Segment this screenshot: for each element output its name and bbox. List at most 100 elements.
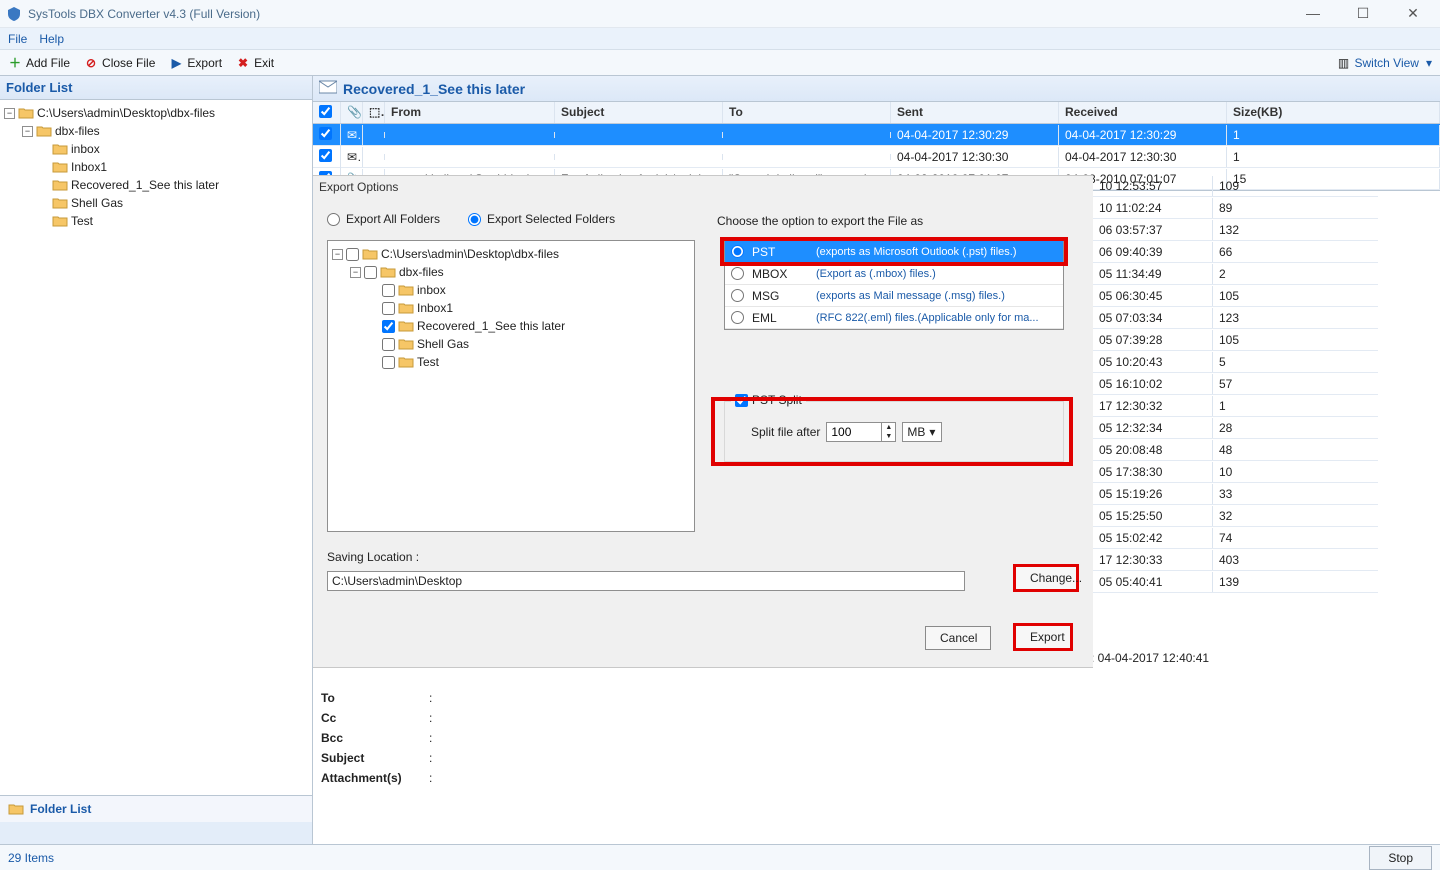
saving-location-input[interactable]: C:\Users\admin\Desktop: [327, 571, 965, 591]
mail-row[interactable]: 06 03:57:37132: [1093, 219, 1378, 241]
mail-row[interactable]: 05 05:40:41139: [1093, 571, 1378, 593]
spin-up-icon[interactable]: ▲: [881, 423, 895, 432]
col-from[interactable]: From: [385, 102, 555, 123]
dialog-folder-tree[interactable]: −C:\Users\admin\Desktop\dbx-files −dbx-f…: [327, 240, 695, 532]
export-all-radio[interactable]: Export All Folders: [327, 212, 440, 226]
folder-list-tab[interactable]: Folder List: [0, 796, 312, 822]
mail-row[interactable]: ✉ 04-04-2017 12:30:29 04-04-2017 12:30:2…: [313, 124, 1440, 146]
mail-row[interactable]: 17 12:30:33403: [1093, 549, 1378, 571]
format-option-msg[interactable]: MSG(exports as Mail message (.msg) files…: [725, 285, 1063, 307]
mail-title: Recovered_1_See this later: [343, 81, 525, 97]
format-option-pst[interactable]: PST(exports as Microsoft Outlook (.pst) …: [725, 241, 1063, 263]
tree-collapse-icon[interactable]: −: [22, 126, 33, 137]
tree-item-label[interactable]: Shell Gas: [71, 196, 123, 210]
col-to[interactable]: To: [723, 102, 891, 123]
tree-collapse-icon[interactable]: −: [4, 108, 15, 119]
menu-help[interactable]: Help: [39, 32, 64, 46]
tree-item-label[interactable]: inbox: [71, 142, 100, 156]
col-size[interactable]: Size(KB): [1227, 102, 1440, 123]
format-option-mbox[interactable]: MBOX(Export as (.mbox) files.): [725, 263, 1063, 285]
mail-row[interactable]: 05 15:25:5032: [1093, 505, 1378, 527]
menu-file[interactable]: File: [8, 32, 27, 46]
split-value-spinner[interactable]: ▲▼: [826, 422, 896, 442]
folder-icon: [52, 178, 68, 192]
addfile-button[interactable]: ＋Add File: [4, 54, 74, 72]
folder-icon: [52, 160, 68, 174]
format-radio[interactable]: [731, 289, 744, 302]
tree-collapse-icon[interactable]: −: [350, 267, 361, 278]
col-subject[interactable]: Subject: [555, 102, 723, 123]
tree-checkbox[interactable]: [382, 302, 395, 315]
mail-row[interactable]: 06 09:40:3966: [1093, 241, 1378, 263]
change-button[interactable]: Change...: [1013, 564, 1079, 592]
tree-item-label[interactable]: Inbox1: [71, 160, 107, 174]
close-button[interactable]: ✕: [1398, 5, 1428, 22]
mail-row[interactable]: 17 12:30:321: [1093, 395, 1378, 417]
tree-checkbox[interactable]: [382, 356, 395, 369]
split-value-input[interactable]: [827, 423, 881, 441]
tree-item-label[interactable]: Recovered_1_See this later: [71, 178, 219, 192]
format-radio[interactable]: [731, 311, 744, 324]
attachment-col-icon[interactable]: 📎: [341, 102, 363, 123]
tree-collapse-icon[interactable]: −: [332, 249, 343, 260]
format-radio[interactable]: [731, 245, 744, 258]
menubar: File Help: [0, 28, 1440, 50]
flag-col-icon[interactable]: ⬚: [363, 102, 385, 123]
tree-checkbox[interactable]: [382, 284, 395, 297]
dialog-export-button[interactable]: Export: [1013, 623, 1073, 651]
exit-button[interactable]: ✖Exit: [232, 54, 278, 72]
tree-checkbox[interactable]: [382, 320, 395, 333]
folder-open-icon: [362, 247, 378, 261]
preview-to-label: To: [321, 691, 421, 705]
closefile-button[interactable]: ⊘Close File: [80, 54, 159, 72]
split-unit-select[interactable]: MB▾: [902, 422, 942, 442]
spin-down-icon[interactable]: ▼: [881, 432, 895, 441]
export-button[interactable]: ▶Export: [165, 54, 226, 72]
mail-row[interactable]: 05 06:30:45105: [1093, 285, 1378, 307]
mail-row[interactable]: 05 07:03:34123: [1093, 307, 1378, 329]
app-title: SysTools DBX Converter v4.3 (Full Versio…: [28, 7, 260, 21]
statusbar: 29 Items Stop: [0, 844, 1440, 870]
format-option-eml[interactable]: EML(RFC 822(.eml) files.(Applicable only…: [725, 307, 1063, 329]
tree-item-label[interactable]: Test: [71, 214, 93, 228]
tree-checkbox[interactable]: [364, 266, 377, 279]
tree-root-label[interactable]: C:\Users\admin\Desktop\dbx-files: [37, 106, 215, 120]
col-received[interactable]: Received: [1059, 102, 1227, 123]
mail-row[interactable]: 05 20:08:4848: [1093, 439, 1378, 461]
format-radio[interactable]: [731, 267, 744, 280]
preview-bcc-label: Bcc: [321, 731, 421, 745]
mail-row[interactable]: 05 11:34:492: [1093, 263, 1378, 285]
mail-row[interactable]: ✉ 04-04-2017 12:30:30 04-04-2017 12:30:3…: [313, 146, 1440, 168]
row-checkbox[interactable]: [319, 149, 332, 162]
format-list: PST(exports as Microsoft Outlook (.pst) …: [724, 240, 1064, 330]
mail-row[interactable]: 10 11:02:2489: [1093, 197, 1378, 219]
folder-icon: [52, 196, 68, 210]
folder-icon: [52, 214, 68, 228]
export-selected-radio[interactable]: Export Selected Folders: [468, 212, 615, 226]
mail-row[interactable]: 05 07:39:28105: [1093, 329, 1378, 351]
tree-checkbox[interactable]: [382, 338, 395, 351]
mail-row[interactable]: 05 12:32:3428: [1093, 417, 1378, 439]
tree-dbxfiles-label[interactable]: dbx-files: [55, 124, 100, 138]
folder-list-header: Folder List: [0, 76, 312, 100]
tree-checkbox[interactable]: [346, 248, 359, 261]
minimize-button[interactable]: —: [1298, 5, 1328, 22]
mail-row[interactable]: 10 12:53:57109: [1093, 175, 1378, 197]
mail-row[interactable]: 05 10:20:435: [1093, 351, 1378, 373]
pst-split-checkbox[interactable]: [735, 394, 748, 407]
mail-row[interactable]: 05 15:19:2633: [1093, 483, 1378, 505]
row-checkbox[interactable]: [319, 127, 332, 140]
export-options-dialog: Export Options Export All Folders Export…: [313, 175, 1093, 668]
mail-row[interactable]: 05 15:02:4274: [1093, 527, 1378, 549]
switchview-button[interactable]: ▥Switch View▾: [1332, 54, 1436, 72]
stop-button[interactable]: Stop: [1369, 846, 1432, 870]
col-sent[interactable]: Sent: [891, 102, 1059, 123]
mail-row[interactable]: 05 16:10:0257: [1093, 373, 1378, 395]
cancel-button[interactable]: Cancel: [925, 626, 991, 650]
mail-row-icon: ✉: [341, 125, 363, 145]
mail-row[interactable]: 05 17:38:3010: [1093, 461, 1378, 483]
chevron-down-icon: ▾: [929, 425, 935, 439]
maximize-button[interactable]: ☐: [1348, 5, 1378, 22]
select-all-checkbox[interactable]: [319, 105, 332, 118]
grid-icon: ▥: [1336, 56, 1350, 70]
